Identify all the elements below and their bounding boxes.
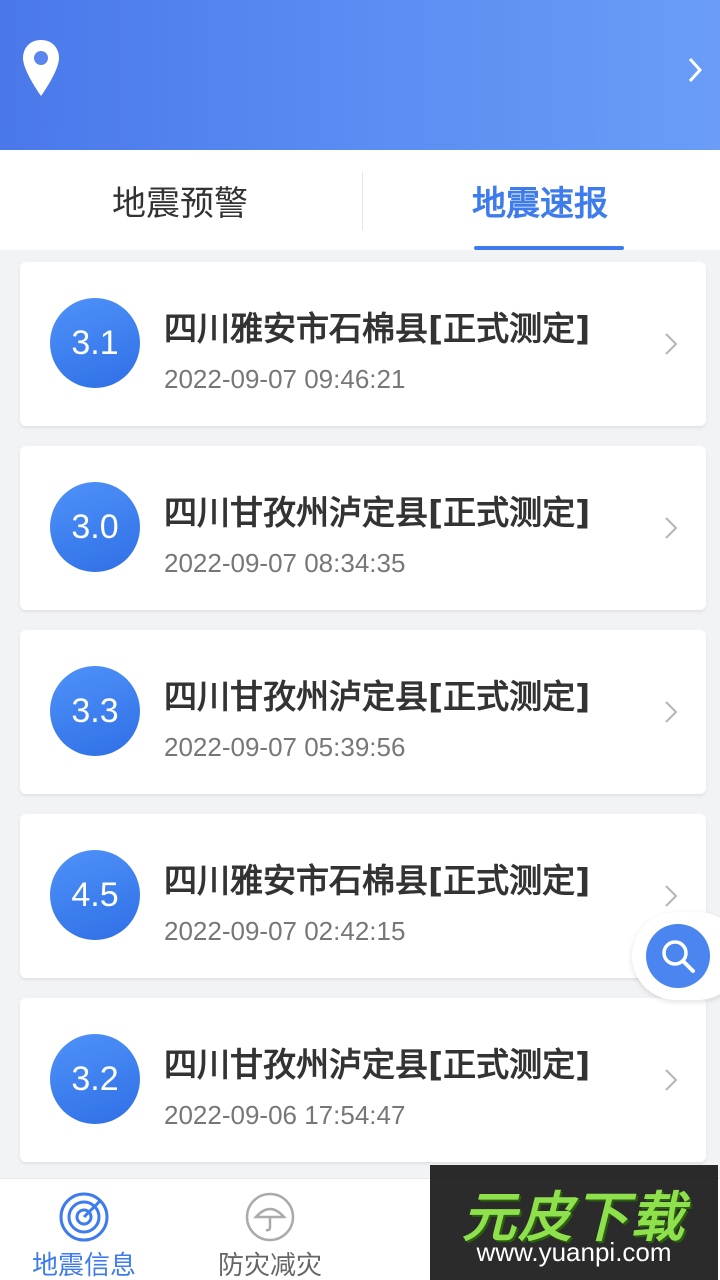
magnitude-badge: 3.3: [50, 666, 140, 756]
umbrella-icon: [245, 1192, 295, 1242]
search-fab[interactable]: [632, 912, 720, 1000]
top-header: [0, 0, 720, 150]
earthquake-location: 四川甘孜州泸定县[正式测定]: [164, 493, 591, 532]
magnitude-badge: 3.2: [50, 1034, 140, 1124]
earthquake-location: 四川雅安市石棉县[正式测定]: [164, 861, 591, 900]
earthquake-time: 2022-09-07 05:39:56: [164, 732, 406, 762]
watermark-url: www.yuanpi.com: [476, 1237, 672, 1267]
earthquake-item[interactable]: 3.3 四川甘孜州泸定县[正式测定] 2022-09-07 05:39:56: [20, 630, 706, 794]
radar-icon: [59, 1192, 109, 1242]
chevron-right-icon: [665, 517, 678, 539]
watermark: 元皮下载 www.yuanpi.com: [430, 1165, 718, 1280]
nav-label: 防灾减灾: [217, 1251, 322, 1280]
magnitude-badge: 3.1: [50, 298, 140, 388]
magnitude-badge: 4.5: [50, 850, 140, 940]
earthquake-time: 2022-09-07 09:46:21: [164, 364, 406, 394]
chevron-right-icon[interactable]: [686, 56, 704, 84]
nav-disaster-prevention[interactable]: 防灾减灾: [180, 1179, 360, 1280]
earthquake-item[interactable]: 3.1 四川雅安市石棉县[正式测定] 2022-09-07 09:46:21: [20, 262, 706, 426]
nav-earthquake-info[interactable]: 地震信息: [0, 1179, 174, 1280]
chevron-right-icon: [665, 701, 678, 723]
tab-earthquake-report[interactable]: 地震速报: [360, 150, 720, 250]
magnitude-badge: 3.0: [50, 482, 140, 572]
earthquake-time: 2022-09-07 02:42:15: [164, 916, 406, 946]
earthquake-item[interactable]: 4.5 四川雅安市石棉县[正式测定] 2022-09-07 02:42:15: [20, 814, 706, 978]
search-icon: [662, 940, 695, 973]
earthquake-time: 2022-09-07 08:34:35: [164, 548, 406, 578]
location-pin-icon[interactable]: [20, 38, 62, 100]
active-tab-indicator: [474, 246, 624, 250]
tab-divider: [362, 172, 363, 230]
earthquake-location: 四川雅安市石棉县[正式测定]: [164, 309, 591, 348]
earthquake-time: 2022-09-06 17:54:47: [164, 1100, 406, 1130]
search-button[interactable]: [646, 924, 710, 988]
earthquake-location: 四川甘孜州泸定县[正式测定]: [164, 1045, 591, 1084]
earthquake-item[interactable]: 3.0 四川甘孜州泸定县[正式测定] 2022-09-07 08:34:35: [20, 446, 706, 610]
nav-label: 地震信息: [31, 1251, 136, 1280]
tab-earthquake-warning[interactable]: 地震预警: [0, 150, 360, 250]
tab-bar: 地震预警 地震速报: [0, 150, 720, 250]
chevron-right-icon: [665, 1069, 678, 1091]
earthquake-location: 四川甘孜州泸定县[正式测定]: [164, 677, 591, 716]
chevron-right-icon: [665, 885, 678, 907]
chevron-right-icon: [665, 333, 678, 355]
earthquake-item[interactable]: 3.2 四川甘孜州泸定县[正式测定] 2022-09-06 17:54:47: [20, 998, 706, 1162]
